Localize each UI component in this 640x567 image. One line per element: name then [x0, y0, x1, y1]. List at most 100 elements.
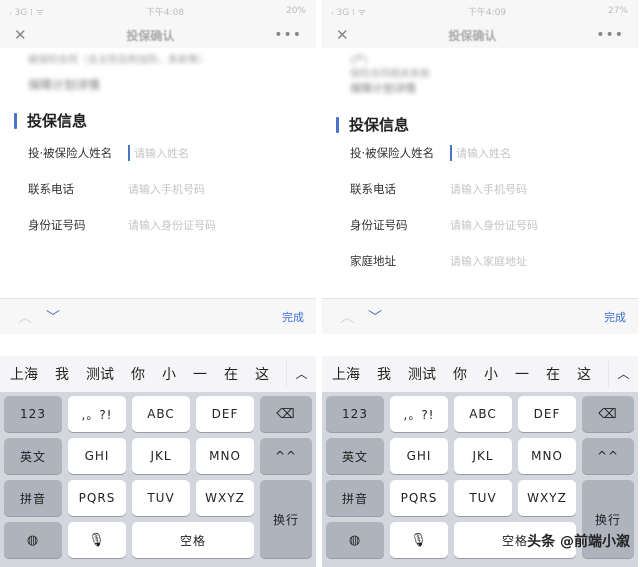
key-emoticon[interactable]: ^^ — [582, 438, 634, 474]
name-field[interactable]: 投·被保险人姓名 请输入姓名 — [0, 135, 316, 171]
done-button[interactable]: 完成 — [282, 309, 304, 325]
key-tuv[interactable]: TUV — [454, 480, 512, 516]
id-number-input[interactable]: 请输入身份证号码 — [128, 217, 216, 233]
key-space[interactable]: 空格 — [132, 522, 254, 558]
signal-indicator: ᵢ 3G ⁞ ᯤ — [332, 7, 366, 18]
candidate-word[interactable]: 小 — [162, 364, 176, 384]
candidate-word[interactable]: 小 — [484, 364, 498, 384]
blurred-text: (产) — [350, 55, 368, 66]
candidate-word[interactable]: 在 — [546, 364, 560, 384]
status-time: 下午4:08 — [145, 7, 185, 18]
key-enter[interactable]: 换行 — [260, 480, 312, 558]
text-cursor — [128, 145, 130, 161]
candidate-bar: 上海 我 测试 你 小 一 在 这 ︿ — [0, 356, 316, 392]
more-menu-icon[interactable]: ••• — [274, 27, 302, 43]
keyboard-accessory-bar: ︿ ﹀ 完成 — [0, 298, 316, 334]
key-ghi[interactable]: GHI — [68, 438, 126, 474]
close-icon[interactable]: ✕ — [336, 26, 349, 44]
field-label: 身份证号码 — [28, 218, 86, 232]
phone-field[interactable]: 联系电话 请输入手机号码 — [322, 171, 638, 207]
expand-candidates-icon[interactable]: ︿ — [608, 361, 638, 387]
spacer — [322, 334, 638, 356]
key-english[interactable]: 英文 — [4, 438, 62, 474]
next-field-icon[interactable]: ﹀ — [46, 307, 60, 327]
battery-indicator: 20% — [285, 6, 306, 16]
key-mno[interactable]: MNO — [196, 438, 254, 474]
blurred-terms: 被保险合同（含主险及附加险，条款等） 保障计划详情 — [0, 48, 316, 92]
key-tuv[interactable]: TUV — [132, 480, 190, 516]
next-field-icon[interactable]: ﹀ — [368, 307, 382, 327]
key-pqrs[interactable]: PQRS — [68, 480, 126, 516]
key-emoticon[interactable]: ^^ — [260, 438, 312, 474]
backspace-icon[interactable]: ⌫ — [582, 396, 634, 432]
key-wxyz[interactable]: WXYZ — [196, 480, 254, 516]
field-label: 联系电话 — [28, 182, 74, 196]
globe-icon[interactable]: ◍ — [326, 522, 384, 558]
key-ghi[interactable]: GHI — [390, 438, 448, 474]
nav-bar: ✕ 投保确认 ••• — [322, 22, 638, 48]
candidate-word[interactable]: 一 — [193, 364, 207, 384]
blurred-terms: (产) 保险合同相关条款 保障计划详情 — [322, 48, 638, 96]
key-abc[interactable]: ABC — [454, 396, 512, 432]
status-time: 下午4:09 — [467, 7, 507, 18]
key-abc[interactable]: ABC — [132, 396, 190, 432]
right-phone-screen: ᵢ 3G ⁞ ᯤ 下午4:09 27% ✕ 投保确认 ••• (产) 保险合同相… — [322, 0, 638, 567]
previous-field-icon[interactable]: ︿ — [340, 307, 354, 327]
address-input[interactable]: 请输入家庭地址 — [450, 253, 527, 269]
phone-input[interactable]: 请输入手机号码 — [128, 181, 205, 197]
blurred-text: 保障计划详情 — [28, 78, 101, 92]
name-input[interactable]: 请输入姓名 — [456, 145, 511, 161]
candidate-word[interactable]: 上海 — [10, 364, 38, 384]
candidate-word[interactable]: 在 — [224, 364, 238, 384]
candidate-word[interactable]: 测试 — [408, 364, 436, 384]
globe-icon[interactable]: ◍ — [4, 522, 62, 558]
key-123[interactable]: 123 — [326, 396, 384, 432]
key-pinyin[interactable]: 拼音 — [4, 480, 62, 516]
name-field[interactable]: 投·被保险人姓名 请输入姓名 — [322, 135, 638, 171]
candidate-word[interactable]: 这 — [255, 364, 269, 384]
candidate-word[interactable]: 我 — [55, 364, 69, 384]
candidate-word[interactable]: 一 — [515, 364, 529, 384]
candidate-word[interactable]: 你 — [131, 364, 145, 384]
key-pqrs[interactable]: PQRS — [390, 480, 448, 516]
key-def[interactable]: DEF — [196, 396, 254, 432]
done-button[interactable]: 完成 — [604, 309, 626, 325]
phone-field[interactable]: 联系电话 请输入手机号码 — [0, 171, 316, 207]
more-menu-icon[interactable]: ••• — [596, 27, 624, 43]
id-number-field[interactable]: 身份证号码 请输入身份证号码 — [322, 207, 638, 243]
key-jkl[interactable]: JKL — [132, 438, 190, 474]
key-pinyin[interactable]: 拼音 — [326, 480, 384, 516]
expand-candidates-icon[interactable]: ︿ — [286, 361, 316, 387]
candidate-word[interactable]: 我 — [377, 364, 391, 384]
key-wxyz[interactable]: WXYZ — [518, 480, 576, 516]
blurred-text: 保险合同相关条款 — [350, 69, 430, 80]
name-input[interactable]: 请输入姓名 — [134, 145, 189, 161]
key-punctuation[interactable]: ,。?! — [390, 396, 448, 432]
left-phone-screen: ᵢ 3G ⁞ ᯤ 下午4:08 20% ✕ 投保确认 ••• 被保险合同（含主险… — [0, 0, 316, 567]
section-title: 投保信息 — [349, 116, 410, 134]
key-punctuation[interactable]: ,。?! — [68, 396, 126, 432]
key-english[interactable]: 英文 — [326, 438, 384, 474]
candidate-word[interactable]: 测试 — [86, 364, 114, 384]
status-bar: ᵢ 3G ⁞ ᯤ 下午4:08 20% — [0, 0, 316, 22]
phone-input[interactable]: 请输入手机号码 — [450, 181, 527, 197]
candidate-word[interactable]: 这 — [577, 364, 591, 384]
key-mno[interactable]: MNO — [518, 438, 576, 474]
key-def[interactable]: DEF — [518, 396, 576, 432]
id-number-input[interactable]: 请输入身份证号码 — [450, 217, 538, 233]
key-jkl[interactable]: JKL — [454, 438, 512, 474]
field-label: 投·被保险人姓名 — [28, 146, 113, 160]
candidate-word[interactable]: 你 — [453, 364, 467, 384]
nav-bar: ✕ 投保确认 ••• — [0, 22, 316, 48]
key-123[interactable]: 123 — [4, 396, 62, 432]
text-cursor — [450, 145, 452, 161]
id-number-field[interactable]: 身份证号码 请输入身份证号码 — [0, 207, 316, 243]
microphone-icon[interactable]: 🎙 — [68, 522, 126, 558]
previous-field-icon[interactable]: ︿ — [18, 307, 32, 327]
address-field[interactable]: 家庭地址 请输入家庭地址 — [322, 243, 638, 279]
microphone-icon[interactable]: 🎙 — [390, 522, 448, 558]
backspace-icon[interactable]: ⌫ — [260, 396, 312, 432]
close-icon[interactable]: ✕ — [14, 26, 27, 44]
candidate-word[interactable]: 上海 — [332, 364, 360, 384]
field-label: 投·被保险人姓名 — [350, 146, 435, 160]
